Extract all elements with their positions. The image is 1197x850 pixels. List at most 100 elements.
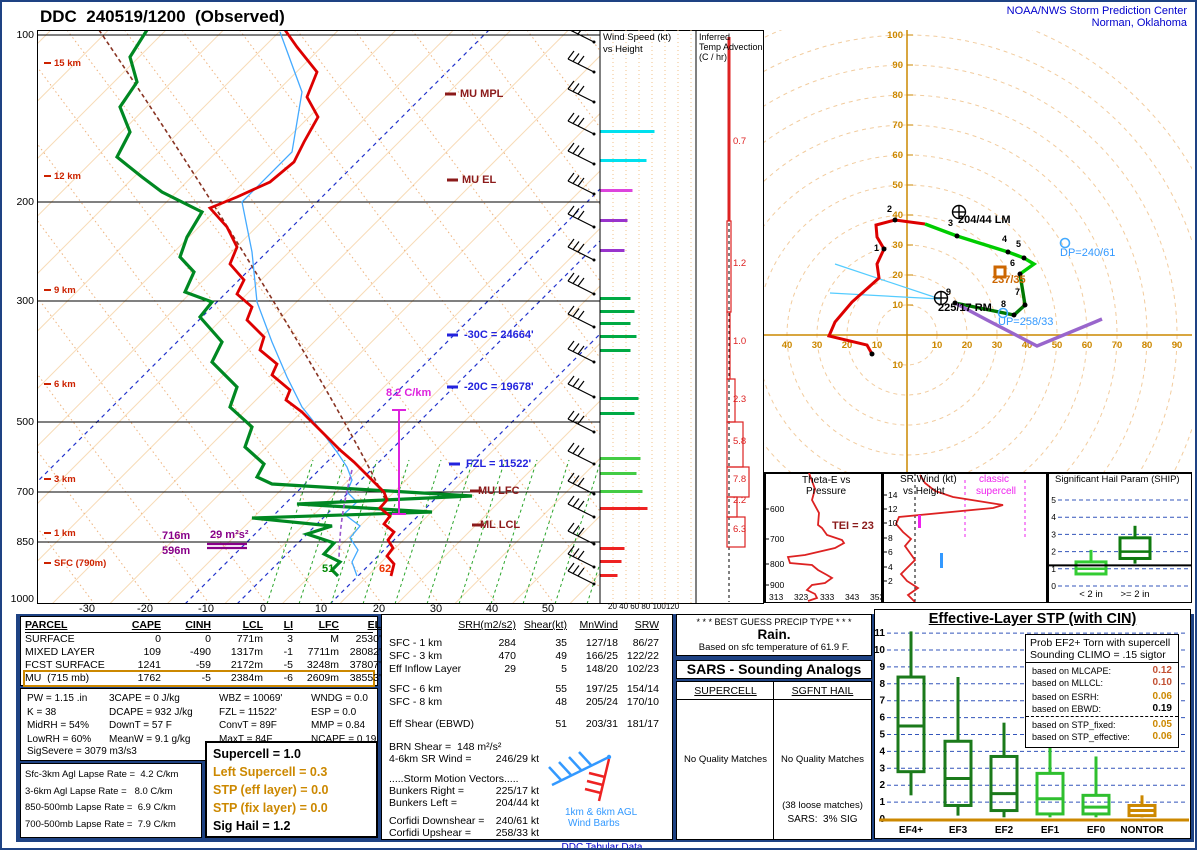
svg-text:4: 4 [1002, 234, 1007, 244]
pressure-label-500: 500 [8, 416, 34, 428]
pressure-label-300: 300 [8, 295, 34, 307]
stp-eff-index: STP (eff layer) = 0.0 [213, 781, 370, 799]
stat-mmp: MMP = 0.84 [311, 719, 376, 733]
pressure-label-1000: 1000 [6, 593, 34, 605]
stat-meanw: MeanW = 9.1 g/kg [109, 733, 193, 747]
svg-text:30: 30 [892, 240, 903, 251]
height-label-sfc: SFC (790m) [44, 559, 106, 569]
prob-line1: Prob EF2+ Torn with supercell [1030, 637, 1170, 649]
cin-marker [207, 544, 247, 548]
svg-text:313: 313 [769, 592, 783, 602]
sars-title-box: SARS - Sounding Analogs [676, 660, 872, 679]
svg-text:100: 100 [887, 30, 903, 41]
sr46-value: 246/29 kt [479, 753, 539, 765]
height-tick-icon [44, 289, 51, 291]
lapse-850-500: 850-500mb Lapse Rate = 6.9 C/km [25, 800, 197, 817]
svg-text:700: 700 [770, 534, 784, 544]
pressure-label-100: 100 [8, 29, 34, 41]
agl-wind-barbs-icon [542, 743, 672, 805]
fzl-label: FZL = 11522' [466, 458, 531, 470]
wind-panel-title1: Wind Speed (kt) [603, 32, 671, 43]
temp-axis-label: -10 [186, 603, 226, 615]
height-label-1km: 1 km [44, 529, 76, 539]
advection-value: 0.7 [733, 136, 757, 147]
svg-text:50: 50 [1052, 340, 1063, 351]
mu-el-label: MU EL [462, 174, 496, 186]
svg-text:7: 7 [1015, 287, 1020, 297]
lapse-3-6km: 3-6km Agl Lapse Rate = 8.0 C/km [25, 784, 197, 801]
sr-wind-title2: vs Height [903, 486, 945, 497]
mu-mpl-label: MU MPL [460, 88, 503, 100]
minus20c-label: -20C = 19678' [464, 381, 534, 393]
advection-title3: (C / hr) [699, 52, 727, 62]
bunkers-left-label: 204/44 LM [958, 214, 1011, 226]
height-tick-icon [44, 478, 51, 480]
svg-text:5: 5 [1016, 239, 1021, 249]
prob-esrh-value: 0.06 [1153, 691, 1172, 702]
wind-axis-labels: 20 40 60 80 100120 [608, 602, 679, 611]
classic-supercell-label1: classic [979, 474, 1009, 485]
advection-bars [727, 37, 749, 547]
wetbulb-curve [242, 32, 360, 576]
agency-line1: NOAA/NWS Storm Prediction Center [1007, 5, 1187, 17]
svg-text:14: 14 [888, 490, 898, 500]
stat-pw: PW = 1.15 .in [27, 692, 91, 706]
pressure-label-200: 200 [8, 196, 34, 208]
sig-hail-index: Sig Hail = 1.2 [213, 817, 370, 835]
prob-stpfixed-label: based on STP_fixed: [1032, 720, 1116, 730]
stat-lowrh: LowRH = 60% [27, 733, 91, 747]
svg-text:20: 20 [892, 270, 903, 281]
stat-k: K = 38 [27, 706, 91, 720]
svg-text:3: 3 [879, 763, 885, 774]
prob-stpeff-value: 0.06 [1153, 731, 1172, 742]
svg-text:1: 1 [879, 797, 885, 808]
stat-sigsevere: SigSevere = 3079 m3/s3 [27, 746, 137, 757]
mean-wind-label: 237/35 [992, 274, 1026, 286]
sr-wind-title1: SR Wind (kt) [900, 474, 957, 485]
lcl-height-label: 716m [162, 530, 190, 542]
svg-text:70: 70 [1112, 340, 1123, 351]
svg-text:3: 3 [948, 218, 953, 228]
svg-text:900: 900 [770, 580, 784, 590]
prob-mlcape-label: based on MLCAPE: [1032, 666, 1111, 676]
lfc-height-label: 596m [162, 545, 190, 557]
temp-axis-label: -30 [67, 603, 107, 615]
parcel-col-header: PARCEL [25, 619, 117, 632]
svg-text:2: 2 [1051, 547, 1056, 557]
svg-text:2: 2 [888, 576, 893, 586]
svg-text:60: 60 [1082, 340, 1093, 351]
stat-convt: ConvT = 89F [219, 719, 282, 733]
svg-text:11: 11 [875, 628, 885, 639]
svg-text:90: 90 [892, 60, 903, 71]
cin-value-label: 29 m²s² [210, 529, 249, 541]
advection-value: 2.2 [733, 495, 757, 506]
temp-axis-label: 30 [416, 603, 456, 615]
lapse-rates-box: Sfc-3km Agl Lapse Rate = 4.2 C/km 3-6km … [20, 763, 202, 838]
height-tick-icon [44, 562, 51, 564]
pressure-label-850: 850 [8, 536, 34, 548]
tabular-data-link[interactable]: DDC Tabular Data [562, 842, 643, 850]
temp-axis-label: 0 [243, 603, 283, 615]
indices-box: Supercell = 1.0 Left Supercell = 0.3 STP… [205, 741, 378, 838]
bunkers-right-label: 225/17 RM [938, 302, 992, 314]
ship-plot: 543210 < 2 in>= 2 in [1047, 472, 1192, 603]
classic-supercell-label2: supercell [976, 486, 1016, 497]
svg-text:5: 5 [879, 730, 885, 741]
svg-text:9: 9 [946, 287, 951, 297]
svg-text:10: 10 [888, 518, 898, 528]
lapse-rate-label: 8.2 C/km [386, 387, 431, 399]
svg-text:10: 10 [892, 360, 903, 371]
svg-text:10: 10 [932, 340, 943, 351]
wind-panel-title2: vs Height [603, 44, 643, 55]
stp-fix-index: STP (fix layer) = 0.0 [213, 799, 370, 817]
prob-line2: Sounding CLIMO = .15 sigtor [1030, 649, 1166, 661]
svg-text:6: 6 [1010, 258, 1015, 268]
precip-basis: Based on sfc temperature of 61.9 F. [677, 642, 871, 653]
temp-axis-label: 10 [301, 603, 341, 615]
svg-text:353: 353 [870, 592, 882, 602]
height-label-3km: 3 km [44, 475, 76, 485]
svg-text:30: 30 [992, 340, 1003, 351]
sars-hail-msg: No Quality Matches [774, 754, 871, 765]
svg-text:8: 8 [879, 679, 885, 690]
svg-text:50: 50 [892, 180, 903, 191]
